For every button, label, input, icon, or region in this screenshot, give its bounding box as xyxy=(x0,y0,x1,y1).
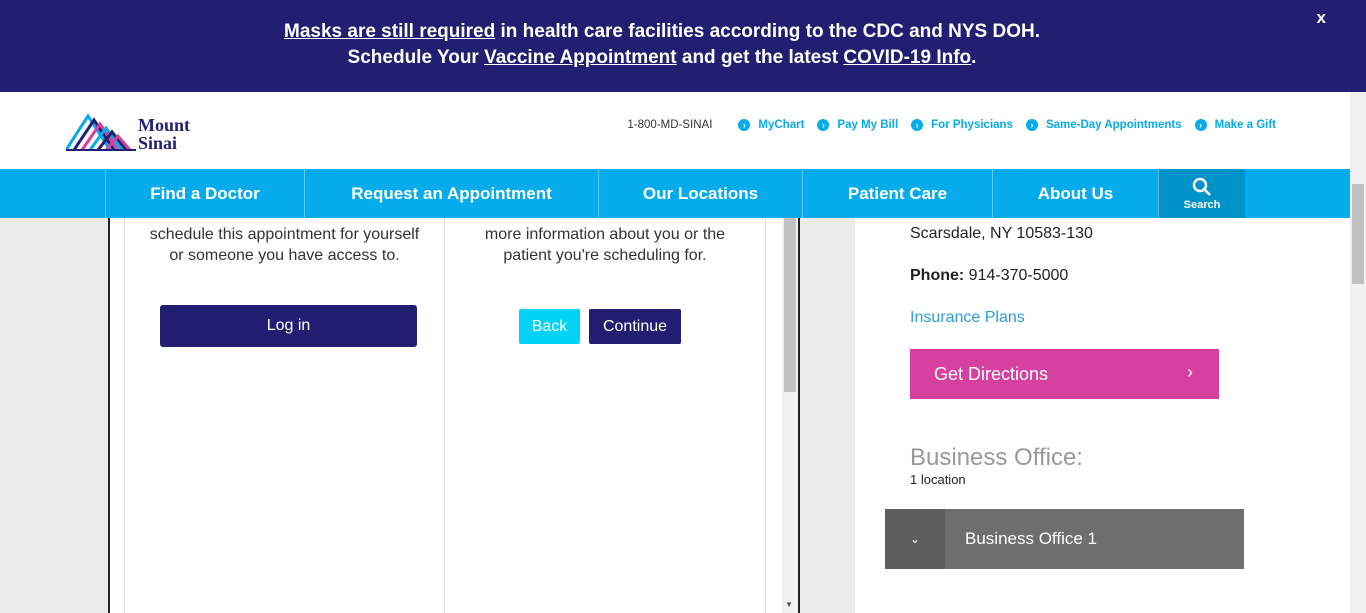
login-text-line-1: schedule this appointment for yourself xyxy=(149,226,420,243)
pay-bill-label: Pay My Bill xyxy=(837,119,899,131)
nav-request-appointment[interactable]: Request an Appointment xyxy=(304,169,598,218)
card-scrollbar[interactable]: ▼ xyxy=(782,218,798,613)
insurance-plans-link[interactable]: Insurance Plans xyxy=(910,309,1025,327)
alert-line-2: Schedule Your Vaccine Appointment and ge… xyxy=(0,45,1324,71)
page-scrollbar-thumb[interactable] xyxy=(1352,184,1364,284)
page-scrollbar[interactable] xyxy=(1350,92,1366,613)
card-scrollbar-thumb[interactable] xyxy=(784,218,796,392)
chevron-right-icon: › xyxy=(1025,119,1038,131)
alert-line1-text: in health care facilities according to t… xyxy=(495,21,1040,42)
get-directions-label: Get Directions xyxy=(934,363,1049,384)
nav-our-locations[interactable]: Our Locations xyxy=(598,169,802,218)
business-office-count: 1 location xyxy=(910,472,966,487)
mount-sinai-logo-icon xyxy=(64,113,136,151)
chevron-right-icon: › xyxy=(1194,119,1207,131)
business-office-accordion[interactable]: ⌄ Business Office 1 xyxy=(885,509,1244,569)
alert-line-1: Masks are still required in health care … xyxy=(0,19,1324,45)
business-office-title: Business Office: xyxy=(910,444,1083,471)
login-text-line-2: or someone you have access to. xyxy=(169,247,400,264)
covid-alert-banner: Masks are still required in health care … xyxy=(0,0,1366,92)
alert-line2-suffix: . xyxy=(971,47,977,68)
login-column: schedule this appointment for yourself o… xyxy=(124,218,445,613)
close-alert-button[interactable]: x xyxy=(1317,8,1326,28)
guest-description: more information about you or the patien… xyxy=(445,224,765,266)
masks-link[interactable]: Masks are still required xyxy=(284,21,495,42)
scroll-down-arrow-icon[interactable]: ▼ xyxy=(785,600,793,609)
get-directions-button[interactable]: Get Directions › xyxy=(910,349,1219,399)
search-label: Search xyxy=(1183,198,1221,211)
nav-about-us[interactable]: About Us xyxy=(992,169,1158,218)
alert-line2-prefix: Schedule Your xyxy=(347,47,485,68)
guest-column: more information about you or the patien… xyxy=(445,218,766,613)
main-nav: Find a Doctor Request an Appointment Our… xyxy=(105,169,1245,218)
for-physicians-label: For Physicians xyxy=(931,119,1013,131)
back-button[interactable]: Back xyxy=(519,309,580,344)
continue-button[interactable]: Continue xyxy=(589,309,681,344)
pay-bill-link[interactable]: › Pay My Bill xyxy=(817,119,898,131)
utility-nav: 1-800-MD-SINAI › MyChart › Pay My Bill › Fo… xyxy=(627,119,1276,131)
logo-text: Mount Sinai xyxy=(138,116,190,152)
alert-line2-mid: and get the latest xyxy=(676,47,844,68)
phone-number[interactable]: 1-800-MD-SINAI xyxy=(627,119,712,131)
chevron-right-icon: › xyxy=(817,119,830,131)
guest-text-line-2: patient you're scheduling for. xyxy=(503,247,707,264)
location-sidebar: Scarsdale, NY 10583-130 Phone: 914-370-5… xyxy=(885,218,1244,613)
location-address: Scarsdale, NY 10583-130 xyxy=(910,225,1093,242)
nav-find-doctor[interactable]: Find a Doctor xyxy=(105,169,304,218)
chevron-right-icon: › xyxy=(911,119,924,131)
phone-label: Phone: xyxy=(910,267,965,284)
nav-search-button[interactable]: Search xyxy=(1158,169,1245,218)
make-gift-link[interactable]: › Make a Gift xyxy=(1194,119,1276,131)
location-phone: Phone: 914-370-5000 xyxy=(910,267,1068,285)
nav-patient-care[interactable]: Patient Care xyxy=(802,169,992,218)
mount-sinai-logo[interactable]: Mount Sinai xyxy=(64,106,206,156)
covid-info-link[interactable]: COVID-19 Info xyxy=(843,47,971,68)
mychart-link[interactable]: › MyChart xyxy=(738,119,804,131)
mychart-label: MyChart xyxy=(758,119,805,131)
login-description: schedule this appointment for yourself o… xyxy=(125,224,444,266)
search-icon xyxy=(1192,177,1211,196)
same-day-label: Same-Day Appointments xyxy=(1045,119,1182,131)
business-office-label: Business Office 1 xyxy=(965,529,1097,548)
vaccine-appointment-link[interactable]: Vaccine Appointment xyxy=(484,47,677,68)
guest-text-line-1: more information about you or the xyxy=(484,226,726,243)
logo-line-2: Sinai xyxy=(138,133,178,153)
login-button[interactable]: Log in xyxy=(160,305,417,347)
chevron-right-icon: › xyxy=(738,119,751,131)
scheduling-card: schedule this appointment for yourself o… xyxy=(108,218,800,613)
for-physicians-link[interactable]: › For Physicians xyxy=(911,119,1013,131)
site-header: Mount Sinai 1-800-MD-SINAI › MyChart › Pay… xyxy=(0,92,1350,169)
make-gift-label: Make a Gift xyxy=(1214,119,1276,131)
chevron-down-icon[interactable]: ⌄ xyxy=(885,509,945,569)
chevron-right-icon: › xyxy=(1187,362,1193,382)
same-day-appointments-link[interactable]: › Same-Day Appointments xyxy=(1025,119,1182,131)
logo-line-1: Mount xyxy=(138,115,191,135)
phone-value[interactable]: 914-370-5000 xyxy=(964,267,1069,284)
